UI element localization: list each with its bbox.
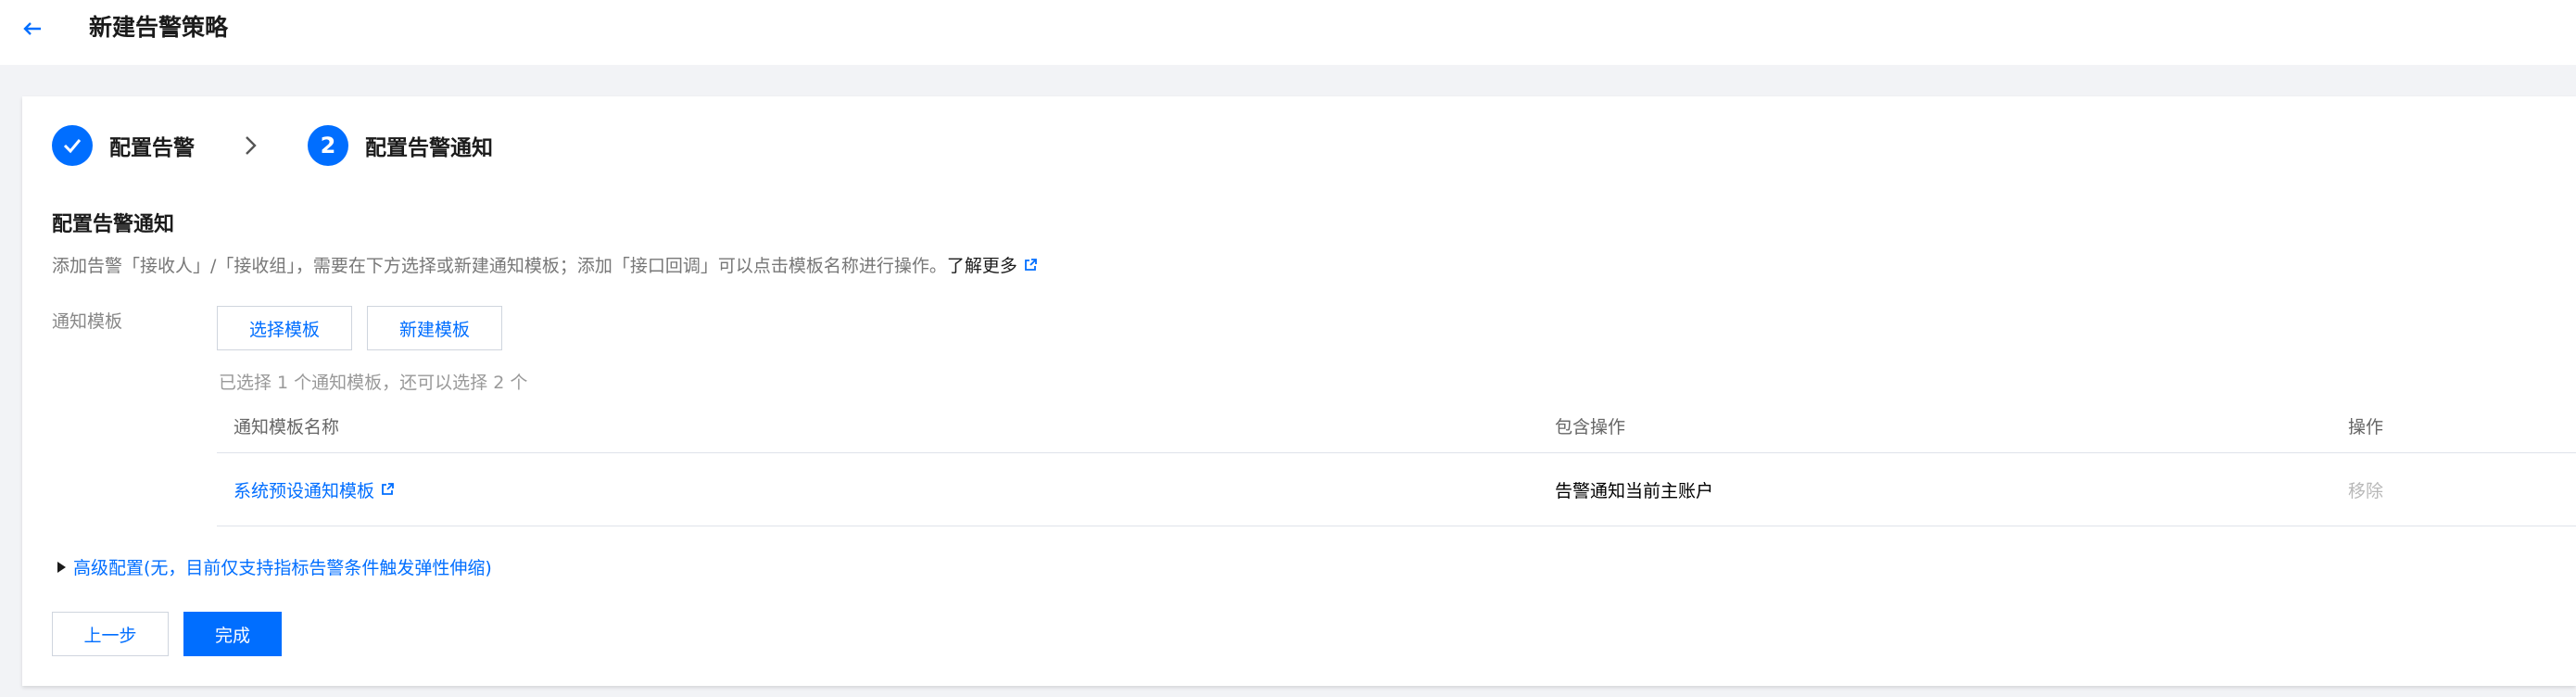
- template-hint: 已选择 1 个通知模板，还可以选择 2 个: [219, 373, 528, 393]
- advanced-config-label: 高级配置(无，目前仅支持指标告警条件触发弹性伸缩): [73, 558, 492, 578]
- new-template-button[interactable]: 新建模板: [367, 306, 502, 350]
- learn-more-label: 了解更多: [946, 256, 1017, 276]
- page-title: 新建告警策略: [89, 14, 229, 41]
- column-header-action: 操作: [2348, 416, 2384, 437]
- prev-step-button[interactable]: 上一步: [52, 612, 169, 656]
- template-field-label: 通知模板: [52, 311, 123, 332]
- operations-cell: 告警通知当前主账户: [1555, 480, 1714, 501]
- step-2-number: 2: [308, 125, 348, 166]
- external-link-icon: [382, 483, 394, 495]
- table-header: 通知模板名称 包含操作 操作: [217, 399, 2576, 453]
- template-name-cell: 系统预设通知模板: [234, 453, 395, 526]
- column-header-name: 通知模板名称: [234, 416, 340, 437]
- description-text: 添加告警「接收人」/「接收组」，需要在下方选择或新建通知模板；添加「接口回调」可…: [52, 256, 947, 276]
- action-cell: 移除: [2348, 453, 2383, 526]
- select-template-button[interactable]: 选择模板: [217, 306, 352, 350]
- table-row: 系统预设通知模板 告警通知当前主账户 移除: [217, 453, 2576, 526]
- chevron-right-icon: [246, 136, 257, 155]
- arrow-left-icon: [23, 22, 41, 35]
- step-1-status: [52, 125, 93, 166]
- section-description: 添加告警「接收人」/「接收组」，需要在下方选择或新建通知模板；添加「接口回调」可…: [52, 252, 1038, 277]
- page-header: 新建告警策略: [0, 0, 2576, 65]
- step-1: 配置告警: [52, 124, 195, 167]
- column-header-operations: 包含操作: [1555, 416, 1626, 437]
- advanced-config-toggle[interactable]: 高级配置(无，目前仅支持指标告警条件触发弹性伸缩): [57, 554, 492, 579]
- template-name-link[interactable]: 系统预设通知模板: [234, 477, 395, 502]
- main-card: 配置告警 2 配置告警通知 配置告警通知 添加告警「接收人」/「接收组」，需要在…: [22, 96, 2576, 686]
- learn-more-link[interactable]: 了解更多: [947, 252, 1038, 277]
- template-name-label: 系统预设通知模板: [234, 480, 375, 501]
- caret-right-icon: [57, 561, 66, 573]
- section-title: 配置告警通知: [52, 213, 175, 236]
- back-button[interactable]: [19, 15, 46, 43]
- template-table: 通知模板名称 包含操作 操作 系统预设通知模板 告警通知当前主账户 移除: [217, 399, 2576, 526]
- external-link-icon: [1025, 258, 1037, 271]
- step-1-label: 配置告警: [109, 136, 195, 160]
- done-button[interactable]: 完成: [183, 612, 282, 656]
- remove-link[interactable]: 移除: [2348, 477, 2383, 502]
- step-2: 2 配置告警通知: [308, 124, 493, 167]
- check-icon: [63, 139, 82, 154]
- step-2-label: 配置告警通知: [365, 136, 493, 160]
